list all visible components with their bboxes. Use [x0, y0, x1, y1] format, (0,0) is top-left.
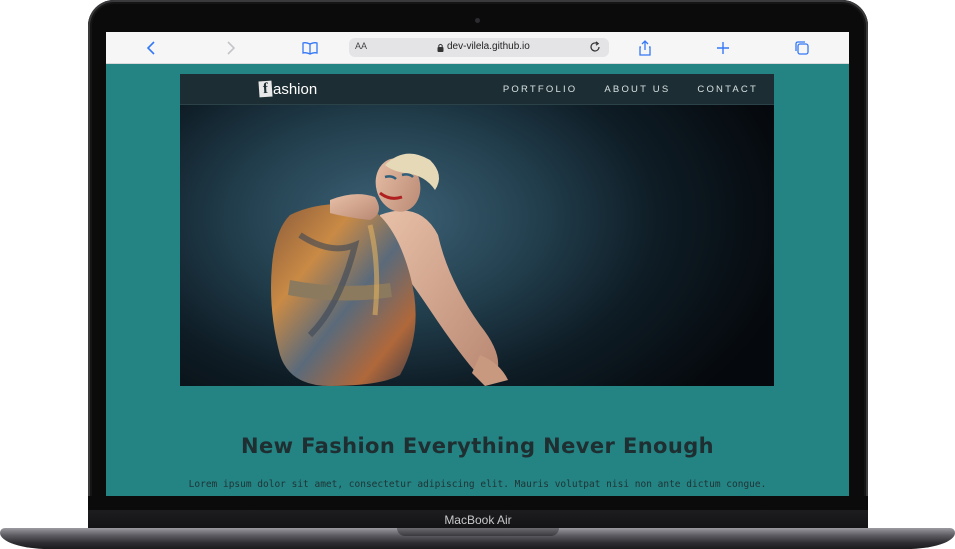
nav-link-contact[interactable]: CONTACT — [697, 84, 758, 95]
laptop-model-label: MacBook Air — [88, 510, 868, 530]
site-logo[interactable]: f ashion — [258, 79, 318, 99]
nav-link-portfolio[interactable]: PORTFOLIO — [503, 84, 578, 95]
share-icon[interactable] — [636, 39, 654, 57]
website-frame: f ashion PORTFOLIO ABOUT US CONTACT — [180, 74, 774, 386]
laptop-hinge-notch — [397, 528, 559, 536]
webcam — [475, 18, 480, 23]
chevron-left-icon[interactable] — [143, 39, 161, 57]
hero-image — [180, 105, 774, 386]
fashion-model-photo — [271, 153, 508, 386]
nav-links: PORTFOLIO ABOUT US CONTACT — [476, 74, 758, 104]
reload-icon[interactable] — [589, 41, 601, 53]
address-bar[interactable]: AA dev-vilela.github.io — [349, 38, 609, 57]
laptop-screen: AA dev-vilela.github.io f ashion PORTFOL… — [106, 32, 849, 496]
browser-toolbar: AA dev-vilela.github.io — [106, 32, 849, 64]
logo-letter: f — [258, 80, 273, 98]
tabs-icon[interactable] — [793, 39, 811, 57]
plus-icon[interactable] — [714, 39, 732, 57]
screen-bezel-bottom — [88, 496, 868, 510]
page-headline: New Fashion Everything Never Enough — [240, 434, 715, 458]
page-body-text: Lorem ipsum dolor sit amet, consectetur … — [188, 479, 767, 490]
chevron-right-icon[interactable] — [221, 39, 239, 57]
book-icon[interactable] — [301, 39, 319, 57]
lock-icon — [437, 43, 444, 52]
text-size-button[interactable]: AA — [355, 41, 367, 51]
url-text: dev-vilela.github.io — [447, 41, 530, 52]
nav-link-about-us[interactable]: ABOUT US — [604, 84, 670, 95]
site-navbar: f ashion PORTFOLIO ABOUT US CONTACT — [180, 74, 774, 105]
logo-text: ashion — [273, 80, 318, 98]
